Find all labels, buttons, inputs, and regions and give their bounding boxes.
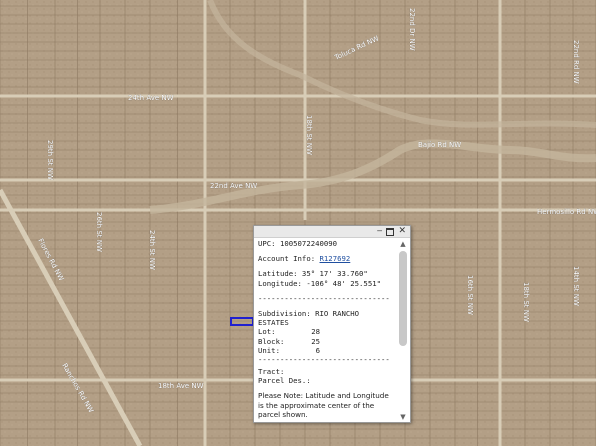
lot-label: Lot:: [258, 327, 276, 337]
scroll-up-icon[interactable]: ▲: [398, 240, 408, 248]
unit-row: Unit: 6: [258, 346, 395, 355]
popup-titlebar: ‒ ✕: [254, 226, 410, 238]
road-label-22nd-dr: 22nd Dr NW: [408, 8, 416, 51]
account-link[interactable]: R127692: [320, 254, 351, 263]
divider-1: ------------------------------: [258, 293, 390, 303]
longitude-text: Longitude: -106° 48' 25.551": [258, 278, 382, 288]
location-note: Please Note: Latitude and Longitude is t…: [258, 391, 389, 419]
parcel-des-text: Parcel Des.:: [258, 376, 311, 386]
unit-label: Unit:: [258, 345, 280, 355]
lot-value: 28: [311, 327, 320, 337]
subdivision-text-cont: ESTATES: [258, 318, 289, 328]
road-label-hermosillo: Hermosillo Rd NW: [537, 208, 596, 216]
maximize-icon[interactable]: [386, 227, 395, 236]
road-label-22nd-rd: 22nd Rd NW: [572, 40, 580, 84]
parcel-info-popup: ‒ ✕ UPC: 1005072240090 Account Info: R12…: [253, 225, 411, 423]
scroll-down-icon[interactable]: ▼: [398, 413, 408, 421]
block-label: Block:: [258, 336, 285, 346]
block-row: Block: 25: [258, 337, 395, 346]
divider-2: ------------------------------: [258, 354, 390, 364]
road-label-26th-st: 26th St NW: [95, 212, 103, 252]
unit-value: 6: [315, 345, 320, 355]
road-label-29th-st: 29th St NW: [46, 140, 54, 180]
close-icon[interactable]: ✕: [398, 227, 406, 236]
latitude-text: Latitude: 35° 17' 33.760": [258, 269, 368, 279]
account-info: Account Info: R127692: [258, 254, 395, 263]
road-label-22nd-ave: 22nd Ave NW: [210, 182, 257, 190]
tract-text: Tract:: [258, 367, 285, 377]
popup-content: UPC: 1005072240090 Account Info: R127692…: [258, 239, 395, 420]
minimize-icon[interactable]: ‒: [377, 227, 383, 236]
road-label-24th-st: 24th St NW: [148, 230, 156, 270]
lot-row: Lot: 28: [258, 327, 395, 336]
road-label-16th-st: 16th St NW: [466, 275, 474, 315]
road-label-18th-ave: 18th Ave NW: [158, 382, 204, 390]
road-label-18th-st-upper: 18th St NW: [305, 115, 313, 155]
popup-scrollbar[interactable]: ▲ ▼: [398, 240, 408, 421]
subdivision-text: Subdivision: RIO RANCHO: [258, 308, 360, 318]
road-label-bajio: Bajío Rd NW: [418, 141, 461, 149]
upc-text: UPC: 1005072240090: [258, 239, 338, 248]
scroll-thumb[interactable]: [399, 251, 407, 346]
road-label-18th-st-right: 18th St NW: [522, 282, 530, 322]
account-info-label: Account Info:: [258, 254, 320, 264]
block-value: 25: [311, 336, 320, 346]
road-label-14th-st: 14th St NW: [572, 266, 580, 306]
road-label-24th-ave: 24th Ave NW: [128, 94, 174, 102]
